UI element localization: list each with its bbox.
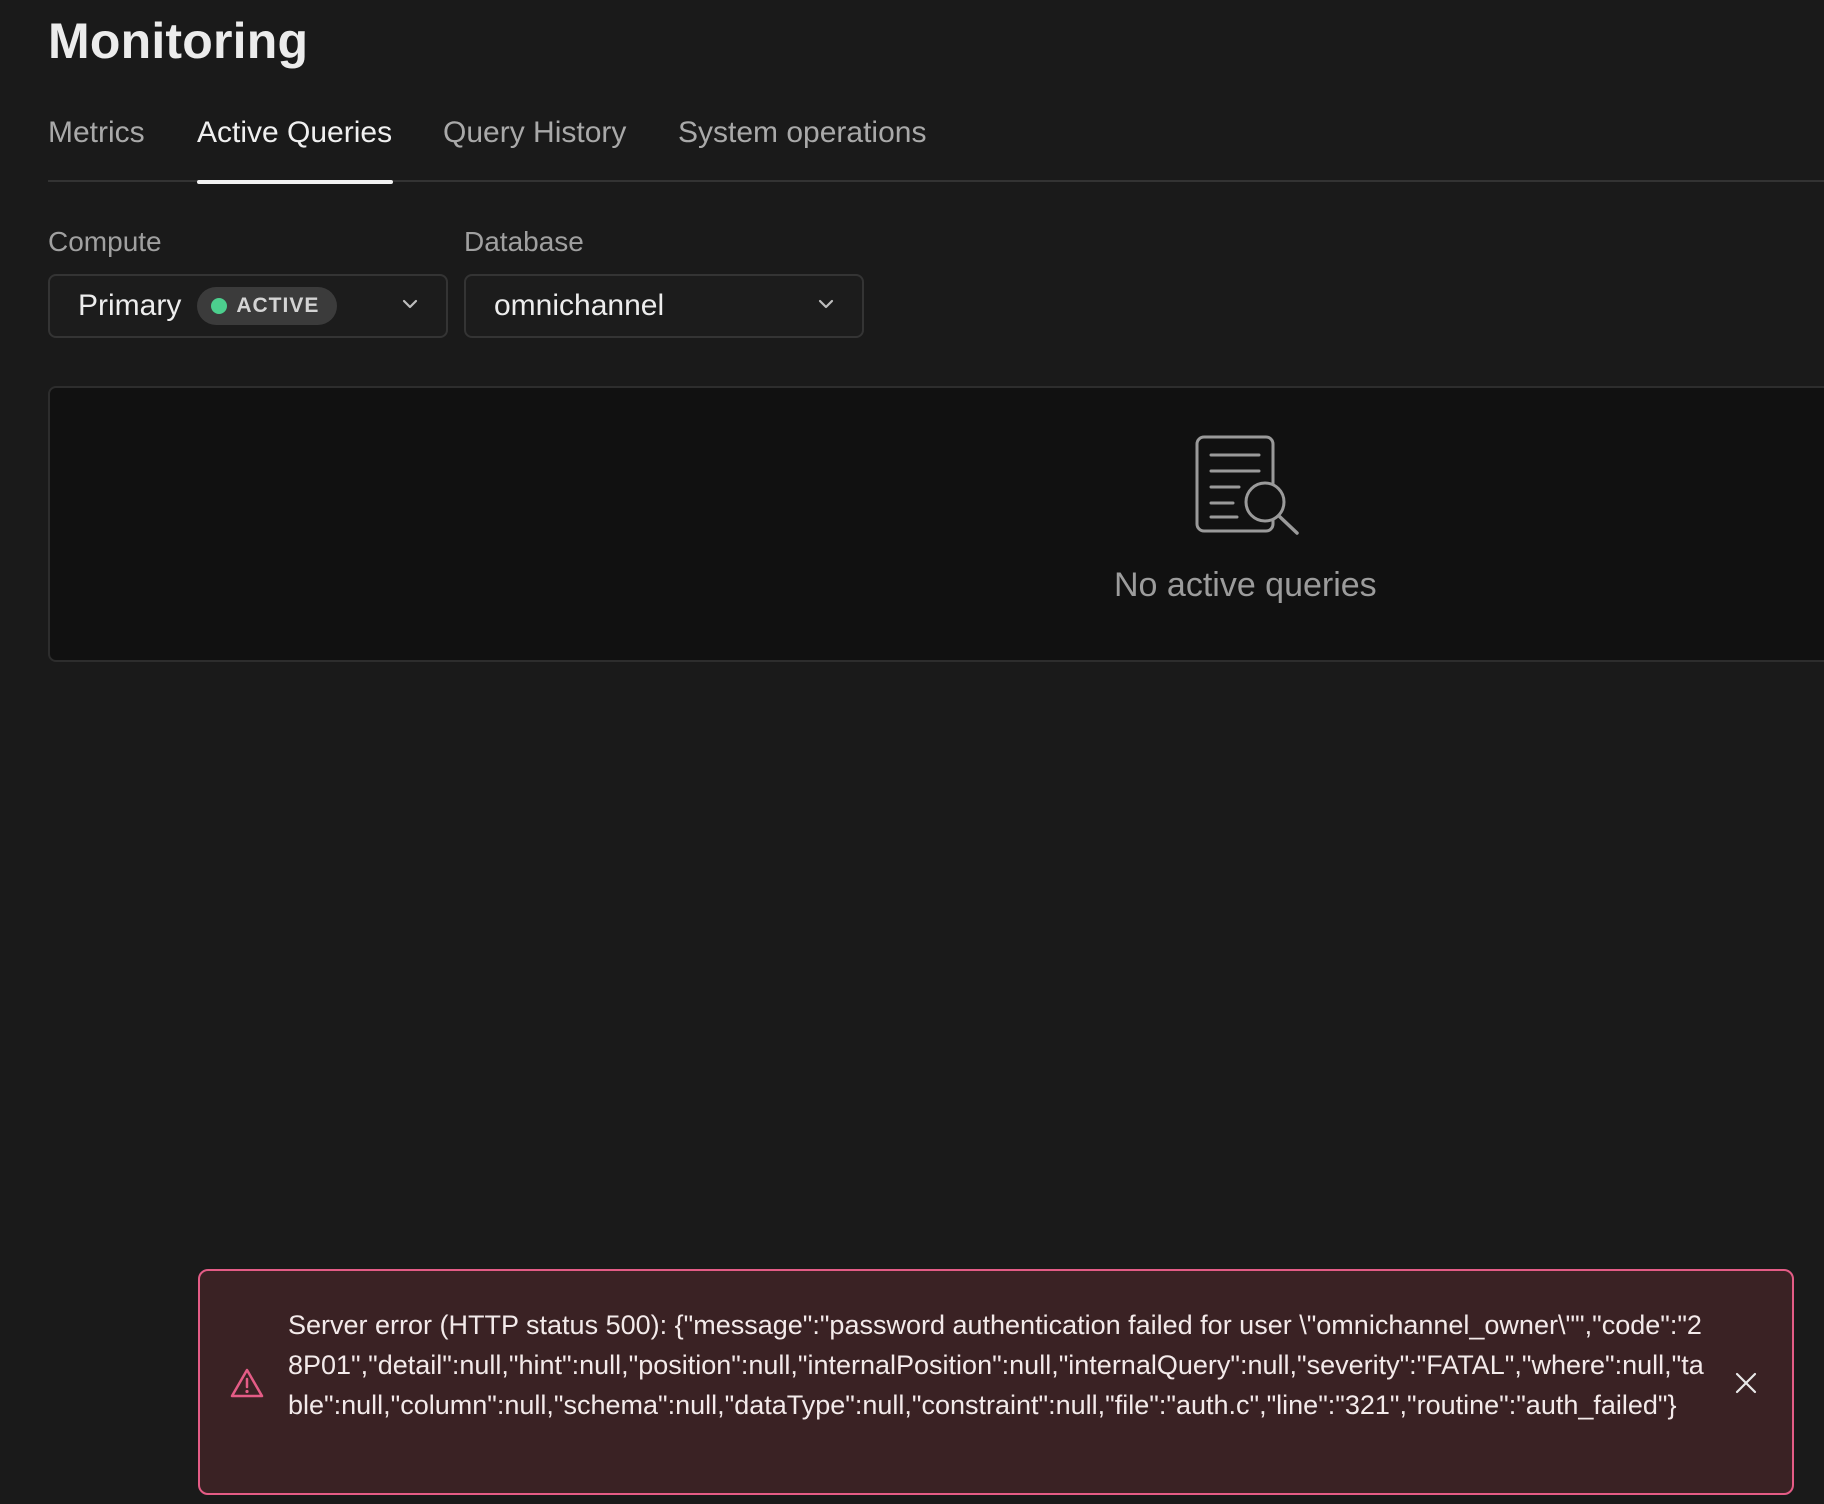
close-icon[interactable] — [1732, 1369, 1760, 1397]
tab-metrics[interactable]: Metrics — [48, 110, 197, 182]
error-toast: Server error (HTTP status 500): {"messag… — [198, 1269, 1794, 1495]
tab-label: Active Queries — [197, 116, 393, 149]
tab-system-operations[interactable]: System operations — [678, 110, 958, 182]
tab-active-queries[interactable]: Active Queries — [197, 110, 443, 184]
error-message: Server error (HTTP status 500): {"messag… — [288, 1310, 1704, 1420]
tab-query-history[interactable]: Query History — [443, 110, 678, 182]
tab-bar: Metrics Active Queries Query History Sys… — [48, 110, 1824, 184]
page-title: Monitoring — [48, 13, 309, 69]
document-search-icon — [1195, 435, 1299, 535]
warning-icon — [230, 1368, 264, 1398]
status-badge: ACTIVE — [197, 287, 338, 325]
chevron-down-icon — [402, 299, 418, 309]
database-value: omnichannel — [494, 289, 665, 322]
status-badge-text: ACTIVE — [236, 294, 320, 317]
database-select[interactable]: omnichannel — [464, 274, 864, 338]
compute-label: Compute — [48, 226, 162, 257]
tab-label: Metrics — [48, 116, 145, 149]
tab-label: Query History — [443, 116, 627, 149]
status-dot-icon — [211, 298, 228, 314]
monitoring-page: Monitoring Metrics Active Queries Query … — [0, 0, 1824, 1504]
compute-value: Primary — [78, 289, 182, 322]
chevron-down-icon — [818, 299, 834, 309]
compute-select[interactable]: Primary ACTIVE — [48, 274, 448, 338]
database-label: Database — [464, 226, 584, 257]
empty-state-message: No active queries — [1114, 566, 1377, 604]
active-queries-panel — [48, 386, 1824, 662]
tab-label: System operations — [678, 116, 927, 149]
